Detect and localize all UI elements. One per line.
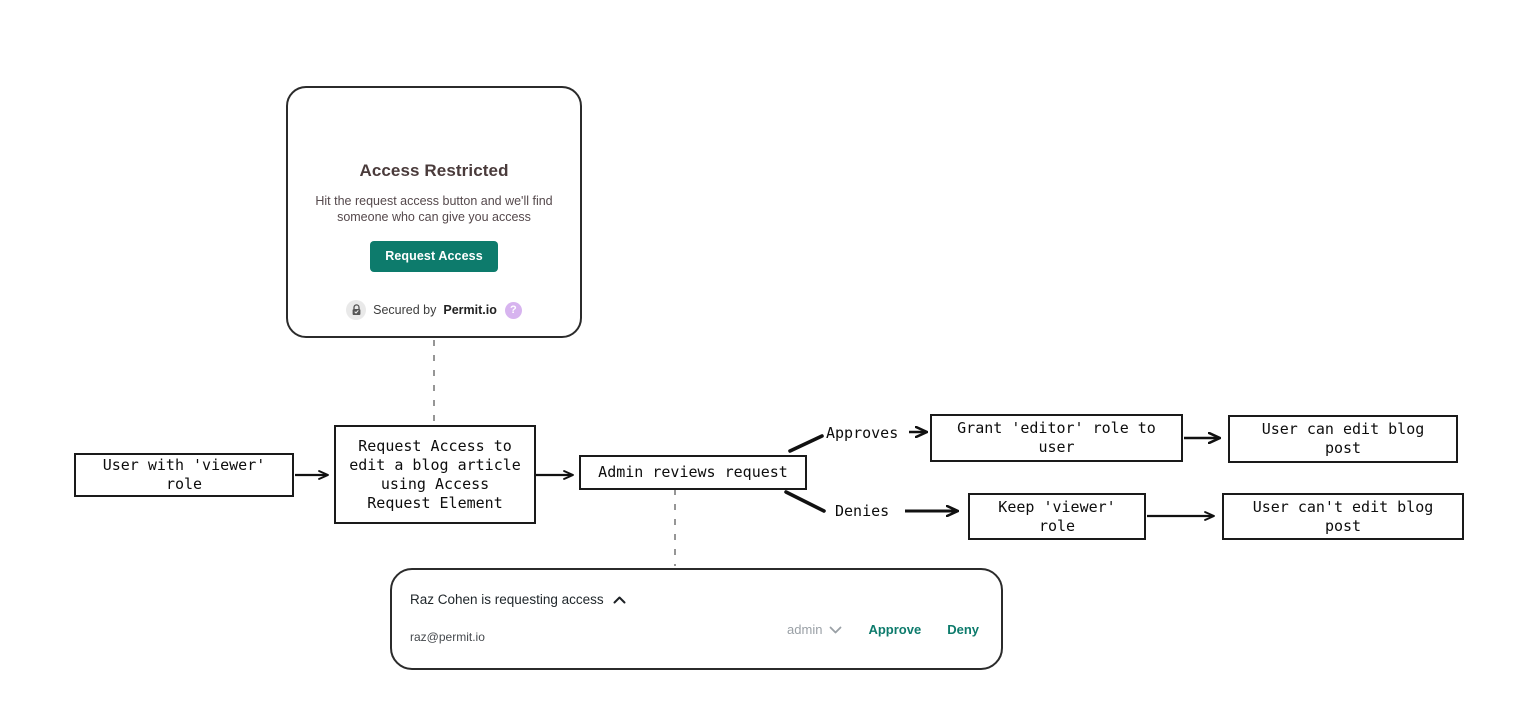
- access-restricted-card: Access Restricted Hit the request access…: [286, 86, 582, 338]
- page-title: Access Restricted: [359, 161, 508, 181]
- flow-node-request-access: Request Access to edit a blog article us…: [334, 425, 536, 524]
- approve-button[interactable]: Approve: [868, 622, 921, 637]
- chevron-up-icon[interactable]: [613, 596, 626, 604]
- request-access-button[interactable]: Request Access: [370, 241, 498, 272]
- role-dropdown-value: admin: [787, 622, 822, 637]
- edge-label-denies: Denies: [835, 502, 889, 520]
- request-actions: admin Approve Deny: [787, 622, 979, 637]
- branch-denies-stub: [786, 492, 824, 511]
- request-title-text: Raz Cohen is requesting access: [410, 592, 604, 607]
- permit-brand-name: Permit.io: [443, 303, 497, 317]
- flow-node-admin-reviews: Admin reviews request: [579, 455, 807, 490]
- deny-button[interactable]: Deny: [947, 622, 979, 637]
- help-icon[interactable]: ?: [505, 302, 522, 319]
- edge-label-approves: Approves: [826, 424, 898, 442]
- lock-icon: [346, 300, 366, 320]
- flow-node-user-viewer: User with 'viewer' role: [74, 453, 294, 497]
- flow-node-grant-editor: Grant 'editor' role to user: [930, 414, 1183, 462]
- request-title-row: Raz Cohen is requesting access: [410, 592, 626, 607]
- role-dropdown[interactable]: admin: [787, 622, 842, 637]
- access-request-widget: Raz Cohen is requesting access raz@permi…: [390, 568, 1003, 670]
- access-card-description: Hit the request access button and we'll …: [309, 193, 559, 225]
- chevron-down-icon: [829, 626, 842, 634]
- branch-approves-stub: [790, 436, 822, 451]
- flow-node-keep-viewer: Keep 'viewer' role: [968, 493, 1146, 540]
- requester-email: raz@permit.io: [410, 630, 485, 644]
- flow-node-user-cannot-edit: User can't edit blog post: [1222, 493, 1464, 540]
- flow-node-user-can-edit: User can edit blog post: [1228, 415, 1458, 463]
- secured-by-text: Secured by: [373, 303, 436, 317]
- secured-by-badge: Secured by Permit.io ?: [346, 300, 522, 320]
